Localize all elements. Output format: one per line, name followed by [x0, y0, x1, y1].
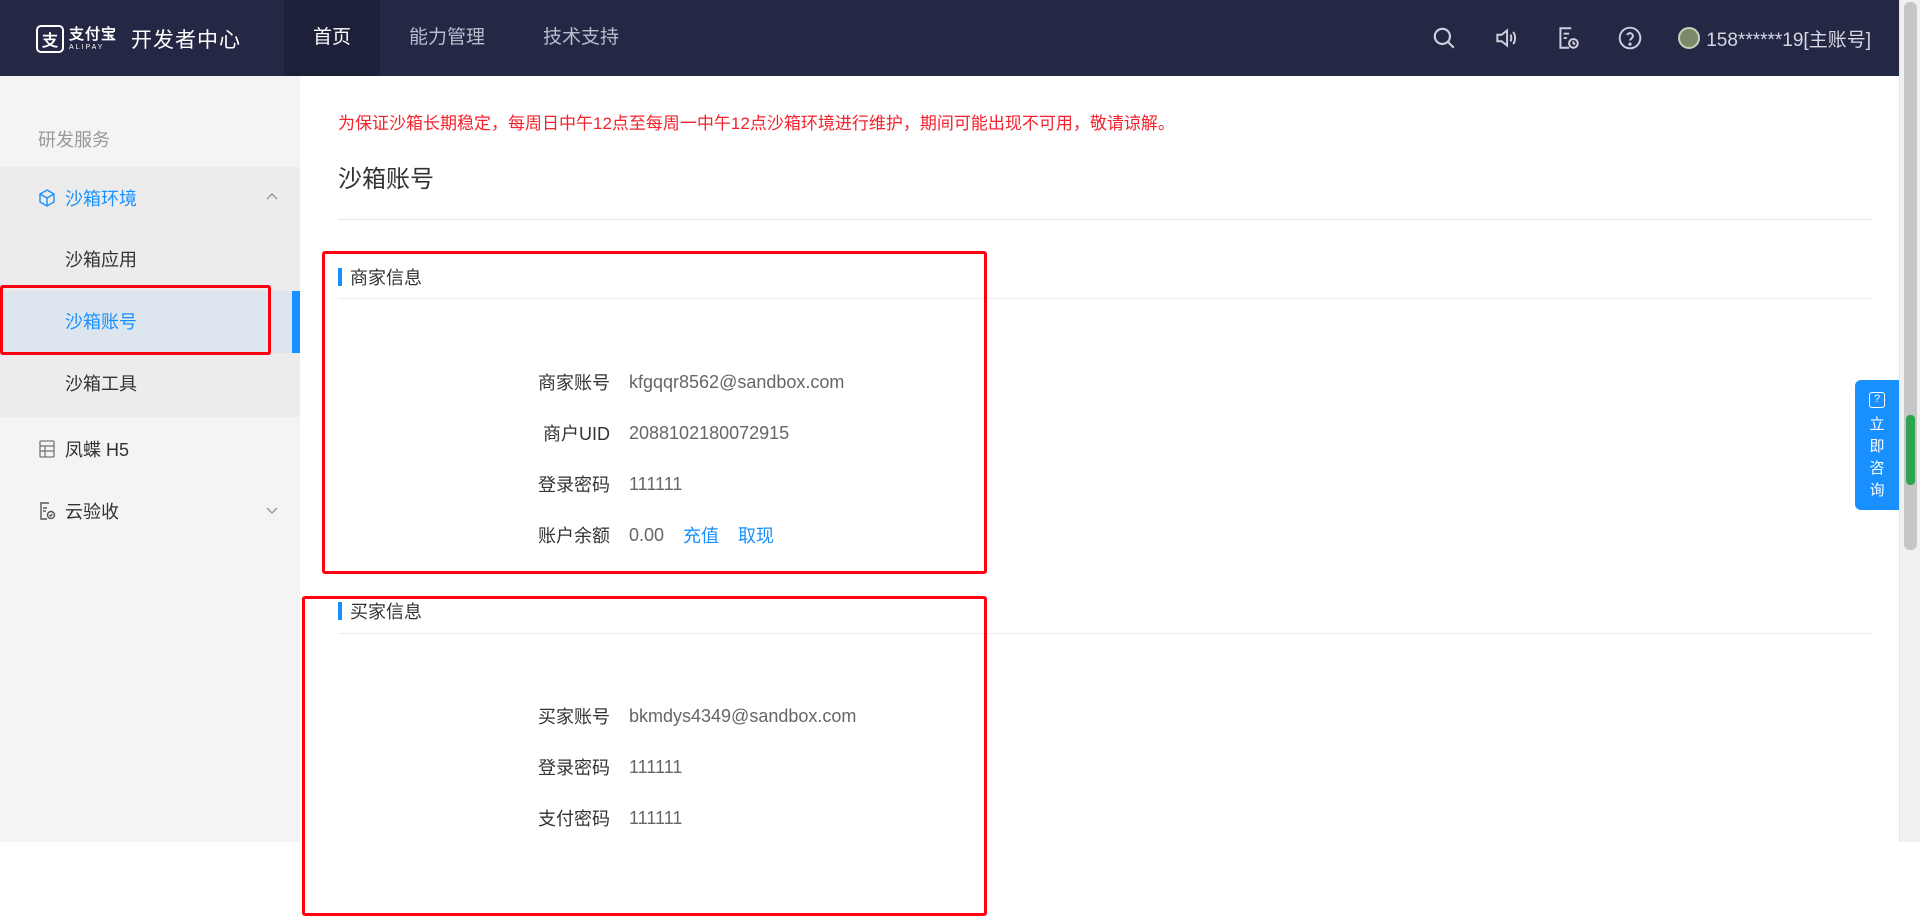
page-scrollbar[interactable] [1899, 0, 1920, 842]
h5-icon [37, 439, 57, 459]
sidebar-section-title: 研发服务 [38, 130, 110, 150]
sidebar-item-sandbox-app[interactable]: 沙箱应用 [0, 229, 300, 291]
logo-text-cn: 支付宝 [69, 26, 118, 43]
document-clock-icon[interactable] [1554, 24, 1582, 52]
sidebar: 研发服务 沙箱环境 沙箱应用 沙箱账号 沙箱工具 凤蝶 H5 云验收 [0, 76, 300, 842]
main-nav: 首页 能力管理 技术支持 [284, 0, 648, 76]
checklist-icon [37, 501, 57, 521]
search-icon[interactable] [1430, 24, 1458, 52]
alipay-logo[interactable]: 支 支付宝 ALIPAY 开发者中心 [36, 24, 241, 54]
nav-tech-support[interactable]: 技术支持 [514, 0, 648, 76]
highlight-box-merchant [322, 251, 987, 574]
highlight-box-buyer [302, 596, 987, 916]
sidebar-item-sandbox-tools[interactable]: 沙箱工具 [0, 353, 300, 415]
sidebar-item-sandbox-env[interactable]: 沙箱环境 [0, 167, 300, 229]
cube-icon [37, 188, 57, 208]
question-icon: ? [1869, 392, 1885, 408]
highlight-box-sidebar [0, 285, 271, 355]
main-content: 为保证沙箱长期稳定，每周日中午12点至每周一中午12点沙箱环境进行维护，期间可能… [300, 76, 1899, 916]
avatar [1678, 27, 1701, 49]
nav-home[interactable]: 首页 [284, 0, 381, 76]
site-title: 开发者中心 [131, 29, 242, 52]
help-icon[interactable] [1616, 24, 1644, 52]
chevron-up-icon [266, 193, 278, 200]
active-indicator [292, 291, 300, 353]
user-account-menu[interactable]: 158******19[主账号] [1678, 25, 1871, 52]
alipay-logo-icon: 支 [36, 25, 64, 53]
top-navigation-bar: 支 支付宝 ALIPAY 开发者中心 首页 能力管理 技术支持 158*****… [0, 0, 1899, 76]
nav-capability-management[interactable]: 能力管理 [380, 0, 514, 76]
page-title: 沙箱账号 [338, 166, 434, 193]
header-toolbar: 158******19[主账号] [1430, 0, 1899, 76]
scroll-indicator [1906, 415, 1915, 485]
user-account-label: 158******19[主账号] [1706, 29, 1871, 51]
sidebar-item-label: 沙箱环境 [65, 189, 137, 209]
speaker-icon[interactable] [1492, 24, 1520, 52]
chevron-down-icon [266, 507, 278, 514]
sidebar-item-label: 云验收 [65, 502, 119, 522]
consult-now-button[interactable]: ? 立 即 咨 询 [1855, 380, 1899, 510]
divider [338, 219, 1871, 220]
sidebar-item-fengdie-h5[interactable]: 凤蝶 H5 [0, 418, 300, 480]
sidebar-item-cloud-acceptance[interactable]: 云验收 [0, 480, 300, 542]
maintenance-notice: 为保证沙箱长期稳定，每周日中午12点至每周一中午12点沙箱环境进行维护，期间可能… [338, 114, 1175, 133]
sidebar-item-label: 凤蝶 H5 [65, 440, 130, 460]
logo-text-en: ALIPAY [69, 44, 105, 51]
